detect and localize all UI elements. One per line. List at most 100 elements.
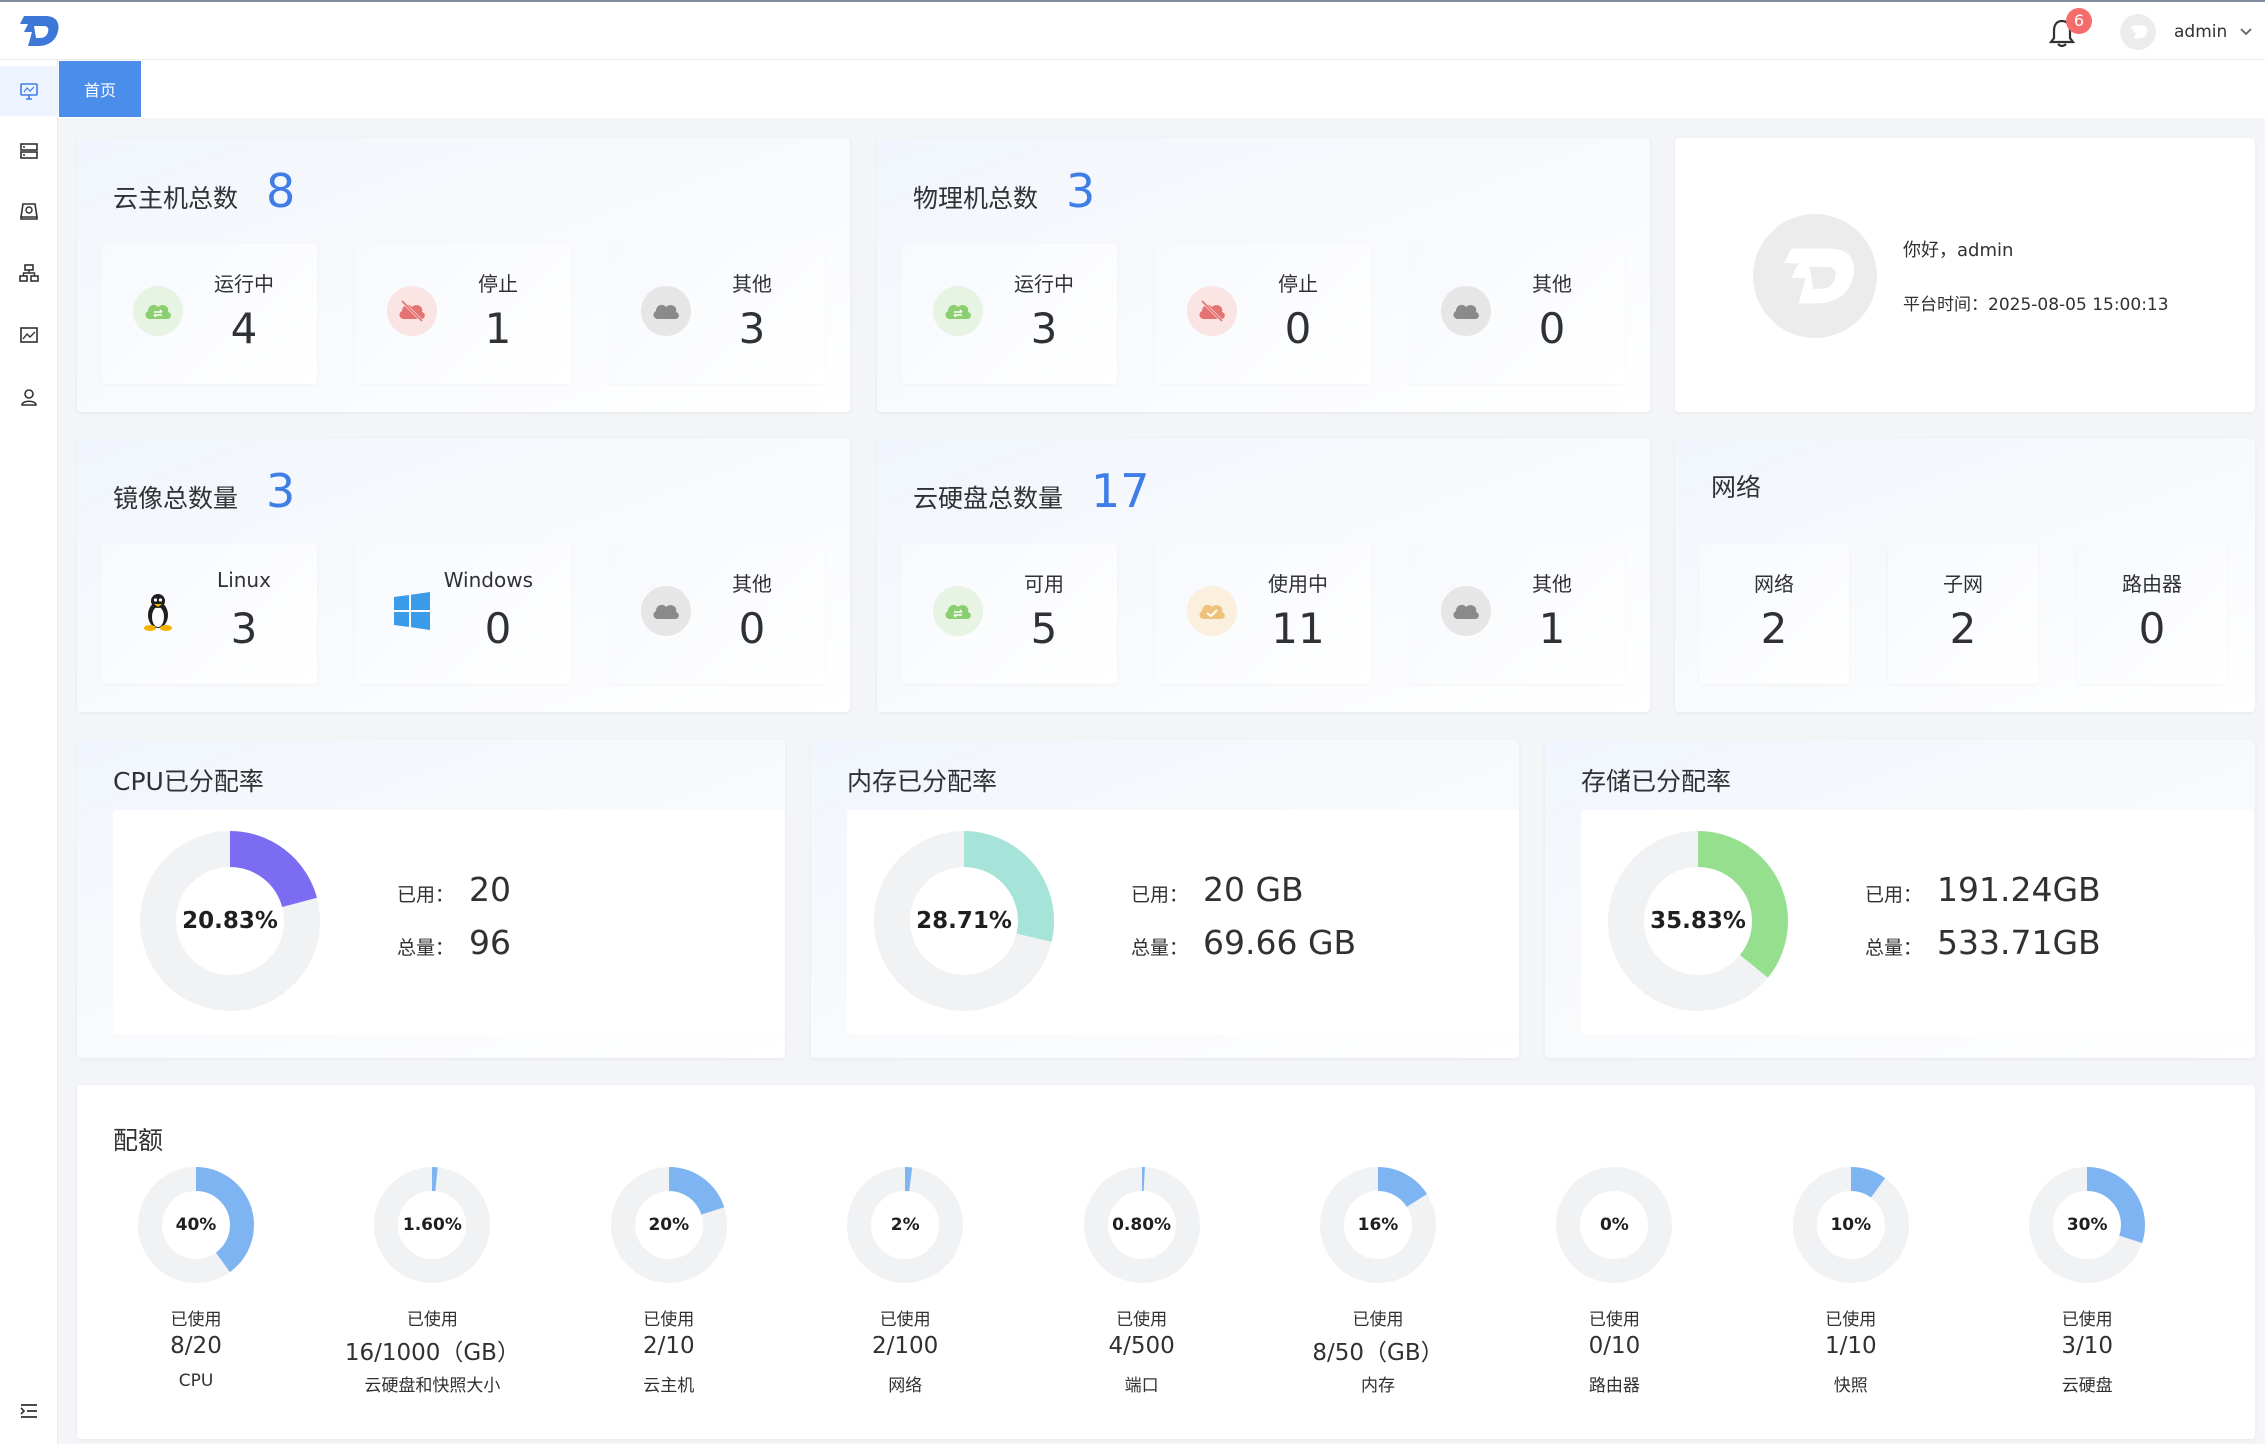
quota-percent: 20% [648, 1215, 690, 1235]
quota-item-routers: 0% 已使用 0/10 路由器 [1496, 1165, 1732, 1405]
chevron-down-icon [2240, 28, 2252, 36]
physical-stopped[interactable]: 停止 0 [1155, 244, 1371, 384]
quota-name: 云硬盘 [2061, 1376, 2113, 1396]
disks-other[interactable]: 其他 1 [1409, 544, 1625, 684]
images-title: 镜像总数量 3 [113, 464, 296, 518]
vm-card: 云主机总数 8 运行中 4 停止 1 其他 3 [77, 138, 850, 412]
quota-used-label: 已使用 [1352, 1310, 1404, 1330]
storage-used: 已用： 191.24GB [1865, 870, 2101, 909]
memory-allocation-title: 内存已分配率 [847, 767, 998, 796]
sidebar-collapse-button[interactable] [0, 1386, 58, 1436]
quota-value: 2/100 [872, 1333, 939, 1359]
vm-other[interactable]: 其他 3 [609, 244, 825, 384]
tab-bar: 首页 [58, 60, 2265, 118]
cloud-running-icon [933, 286, 983, 336]
windows-icon [387, 586, 437, 636]
images-card: 镜像总数量 3 Linux 3 Windows 0 其他 0 [77, 438, 850, 712]
quota-value: 4/500 [1108, 1333, 1175, 1359]
username: admin [2174, 22, 2228, 42]
quota-name: CPU [178, 1371, 214, 1391]
physical-running[interactable]: 运行中 3 [901, 244, 1117, 384]
cpu-allocation-percent: 20.83% [182, 908, 278, 934]
disks-title: 云硬盘总数量 17 [913, 464, 1150, 518]
quota-value: 1/10 [1824, 1333, 1877, 1359]
quota-used-label: 已使用 [1116, 1310, 1168, 1330]
network-subnets[interactable]: 子网 2 [1888, 544, 2038, 684]
sidebar-item-dashboard[interactable] [0, 66, 58, 116]
vm-total: 8 [266, 164, 296, 218]
quota-percent: 16% [1357, 1215, 1399, 1235]
quota-item-snapshots: 10% 已使用 1/10 快照 [1733, 1165, 1969, 1405]
user-icon [21, 389, 37, 406]
quota-percent: 40% [175, 1215, 217, 1235]
vm-stopped[interactable]: 停止 1 [355, 244, 571, 384]
logo-icon[interactable] [14, 14, 60, 48]
physical-card: 物理机总数 3 运行中 3 停止 0 其他 0 [877, 138, 1650, 412]
user-menu[interactable]: admin [2120, 14, 2253, 50]
network-card: 网络 网络 2 子网 2 路由器 0 [1675, 438, 2255, 712]
quota-name: 网络 [888, 1376, 923, 1396]
sidebar-item-network[interactable] [0, 248, 58, 298]
notification-badge: 6 [2066, 8, 2092, 34]
quota-item-instances: 20% 已使用 2/10 云主机 [551, 1165, 787, 1405]
memory-allocation-card: 内存已分配率 28.71% 已用： 20 GB 总量： 69.66 GB [811, 740, 1519, 1058]
welcome-card: 你好，admin 平台时间：2025-08-05 15:00:13 [1675, 138, 2255, 412]
storage-allocation-percent: 35.83% [1650, 908, 1746, 934]
sidebar-item-images[interactable] [0, 310, 58, 360]
images-other[interactable]: 其他 0 [609, 544, 825, 684]
cloud-other-icon [1441, 286, 1491, 336]
quota-used-label: 已使用 [643, 1310, 695, 1330]
sidebar-item-disks[interactable] [0, 186, 58, 236]
cloud-running-icon [133, 286, 183, 336]
cpu-allocation-card: CPU已分配率 20.83% 已用： 20 总量： 96 [77, 740, 785, 1058]
cloud-in-use-icon [1187, 586, 1237, 636]
quota-percent: 1.60% [402, 1215, 462, 1235]
quota-value: 2/10 [642, 1333, 695, 1359]
quota-used-label: 已使用 [2061, 1310, 2113, 1330]
quota-value: 8/50（GB） [1312, 1340, 1444, 1366]
quota-percent: 30% [2066, 1215, 2108, 1235]
cloud-other-icon [1441, 586, 1491, 636]
cpu-total: 总量： 96 [397, 923, 511, 962]
server-icon [20, 143, 38, 159]
storage-total: 总量： 533.71GB [1865, 923, 2101, 962]
quota-used-label: 已使用 [879, 1310, 931, 1330]
tab-home[interactable]: 首页 [59, 61, 141, 117]
disk-icon [20, 203, 38, 220]
quota-value: 3/10 [2061, 1333, 2114, 1359]
quota-used-label: 已使用 [1825, 1310, 1877, 1330]
sidebar-item-users[interactable] [0, 372, 58, 422]
quota-value: 0/10 [1588, 1333, 1641, 1359]
quota-item-memory: 16% 已使用 8/50（GB） 内存 [1260, 1165, 1496, 1405]
avatar [1753, 214, 1877, 338]
memory-used: 已用： 20 GB [1131, 870, 1304, 909]
network-networks[interactable]: 网络 2 [1699, 544, 1849, 684]
platform-time: 平台时间：2025-08-05 15:00:13 [1903, 295, 2169, 315]
cpu-allocation-title: CPU已分配率 [113, 767, 264, 796]
disks-available[interactable]: 可用 5 [901, 544, 1117, 684]
images-linux[interactable]: Linux 3 [101, 544, 317, 684]
vm-running[interactable]: 运行中 4 [101, 244, 317, 384]
storage-allocation-title: 存储已分配率 [1581, 767, 1732, 796]
quota-item-volume-size: 1.60% 已使用 16/1000（GB） 云硬盘和快照大小 [314, 1165, 550, 1405]
quota-item-cpu: 40% 已使用 8/20 CPU [78, 1165, 314, 1405]
physical-other[interactable]: 其他 0 [1409, 244, 1625, 384]
quota-name: 路由器 [1588, 1376, 1640, 1396]
sidebar-item-servers[interactable] [0, 126, 58, 176]
quota-card: 配额 40% 已使用 8/20 CPU 1.60% 已使用 16/1000（GB） 云硬盘和快… [77, 1085, 2255, 1439]
disks-in-use[interactable]: 使用中 11 [1155, 544, 1371, 684]
vm-title: 云主机总数 8 [113, 164, 296, 218]
image-icon [20, 327, 38, 343]
images-windows[interactable]: Windows 0 [355, 544, 571, 684]
memory-allocation-percent: 28.71% [916, 908, 1012, 934]
network-routers[interactable]: 路由器 0 [2077, 544, 2227, 684]
cloud-stopped-icon [387, 286, 437, 336]
quota-name: 内存 [1361, 1376, 1395, 1396]
quota-used-label: 已使用 [1588, 1310, 1640, 1330]
quota-percent: 0% [1599, 1215, 1629, 1235]
avatar [2120, 14, 2156, 50]
menu-fold-icon [20, 1404, 37, 1418]
quota-name: 快照 [1833, 1376, 1868, 1396]
welcome-greeting: 你好，admin [1903, 240, 2014, 261]
physical-total: 3 [1066, 164, 1096, 218]
